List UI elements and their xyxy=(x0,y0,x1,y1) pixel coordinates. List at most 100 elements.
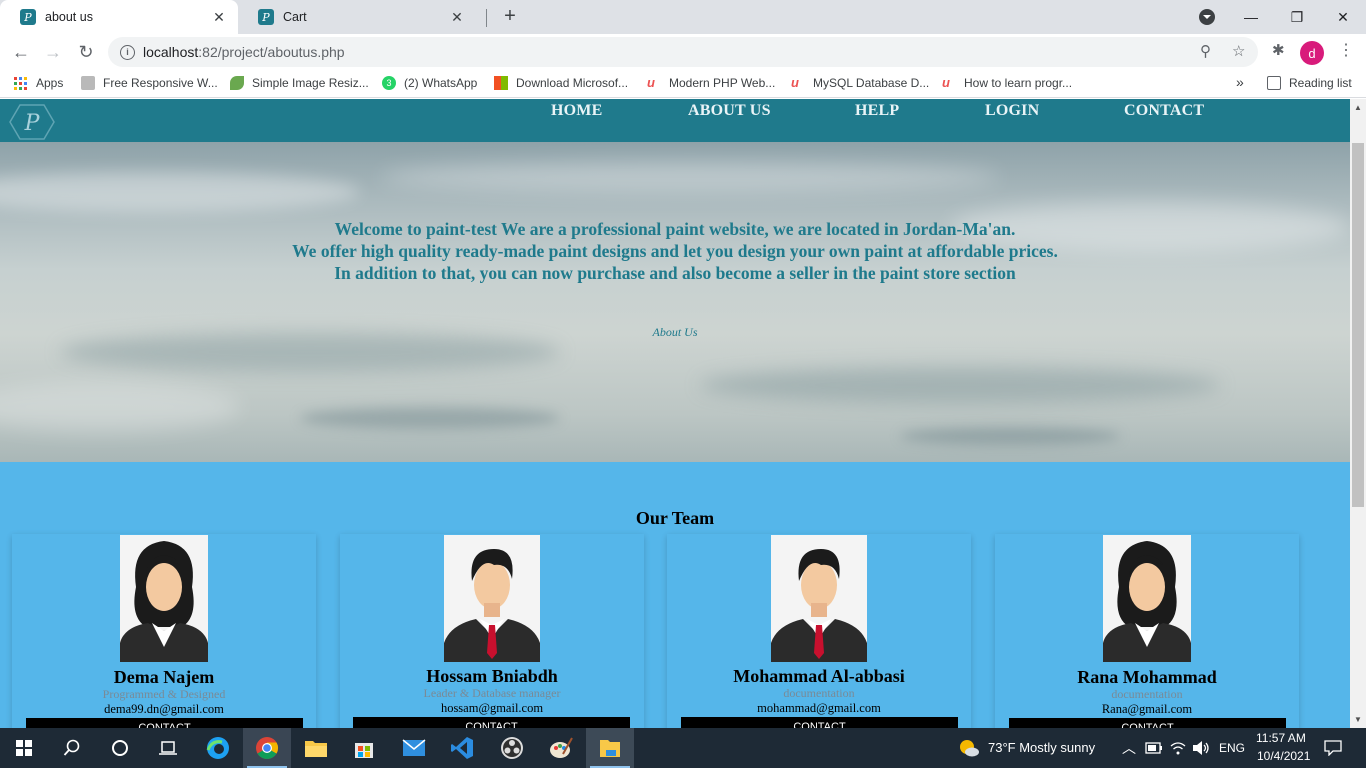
restore-button[interactable]: ❐ xyxy=(1274,0,1320,34)
tab-search-icon[interactable] xyxy=(1199,9,1215,25)
page-scrollbar[interactable]: ▲ ▼ xyxy=(1350,99,1366,728)
bookmark-learn-programming[interactable]: u How to learn progr... xyxy=(942,75,1072,91)
cloud-shape xyxy=(380,162,1000,192)
scroll-down-icon[interactable]: ▼ xyxy=(1354,715,1362,724)
reading-list-icon xyxy=(1267,76,1281,90)
tab-divider xyxy=(486,9,487,27)
close-tab-icon[interactable]: ✕ xyxy=(448,8,466,26)
reading-list-button[interactable]: Reading list xyxy=(1267,76,1352,90)
edge-browser-icon[interactable] xyxy=(194,728,242,768)
paint-app-icon[interactable] xyxy=(537,728,585,768)
file-explorer-icon[interactable] xyxy=(292,728,340,768)
site-navbar: P HOME ABOUT US HELP LOGIN CONTACT xyxy=(0,99,1350,142)
url-path: :82/project/aboutus.php xyxy=(198,44,345,60)
site-icon xyxy=(81,76,95,90)
close-window-button[interactable]: ✕ xyxy=(1320,0,1366,34)
windows-taskbar: 73°F Mostly sunny ︿ ENG 11:57 AM 10/4/20… xyxy=(0,728,1366,768)
male-avatar-icon xyxy=(771,535,867,662)
nav-contact[interactable]: CONTACT xyxy=(1124,102,1204,120)
member-role: documentation xyxy=(783,686,855,700)
address-bar[interactable]: i localhost:82/project/aboutus.php xyxy=(108,37,1258,67)
udemy-icon: u xyxy=(942,75,950,90)
cloud-shape xyxy=(900,427,1120,445)
page-viewport: P HOME ABOUT US HELP LOGIN CONTACT Welco… xyxy=(0,99,1350,728)
weather-text[interactable]: 73°F Mostly sunny xyxy=(988,740,1095,755)
obs-icon[interactable] xyxy=(488,728,536,768)
bookmark-microsoft[interactable]: Download Microsof... xyxy=(494,76,628,90)
notifications-icon[interactable] xyxy=(1324,740,1342,756)
bookmarks-overflow-button[interactable]: » xyxy=(1236,74,1244,90)
whatsapp-icon: 3 xyxy=(382,76,396,90)
contact-member-button[interactable]: CONTACT xyxy=(353,717,630,728)
chrome-browser-icon[interactable] xyxy=(243,728,291,768)
hero-line-1: Welcome to paint-test We are a professio… xyxy=(334,219,1016,239)
search-icon[interactable] xyxy=(48,728,96,768)
nav-login[interactable]: LOGIN xyxy=(985,102,1039,120)
nav-help[interactable]: HELP xyxy=(855,102,899,120)
browser-tab-about-us[interactable]: P about us ✕ xyxy=(0,0,238,34)
hero-line-2: We offer high quality ready-made paint d… xyxy=(292,241,1058,261)
hero-subtitle: About Us xyxy=(652,325,698,339)
contact-member-button[interactable]: CONTACT xyxy=(26,718,303,728)
wifi-icon[interactable] xyxy=(1170,740,1186,756)
zoom-icon[interactable]: ⚲ xyxy=(1200,42,1211,60)
leaf-icon xyxy=(230,76,244,90)
member-role: Programmed & Designed xyxy=(102,687,226,701)
contact-member-button[interactable]: CONTACT xyxy=(1009,718,1286,728)
clock-time[interactable]: 11:57 AM xyxy=(1256,731,1306,745)
female-avatar-icon xyxy=(120,535,208,662)
contact-member-button[interactable]: CONTACT xyxy=(681,717,958,728)
vscode-icon[interactable] xyxy=(438,728,486,768)
reload-button[interactable]: ↻ xyxy=(73,39,99,65)
cortana-icon[interactable] xyxy=(96,728,144,768)
bookmark-whatsapp[interactable]: 3 (2) WhatsApp xyxy=(382,76,477,90)
input-language[interactable]: ENG xyxy=(1219,741,1245,755)
bookmark-mysql-course[interactable]: u MySQL Database D... xyxy=(791,76,929,91)
new-tab-button[interactable]: + xyxy=(499,5,521,27)
forward-button[interactable]: → xyxy=(40,39,66,65)
bookmark-star-icon[interactable]: ☆ xyxy=(1232,42,1245,60)
nav-home[interactable]: HOME xyxy=(551,102,602,120)
team-card: Dema Najem Programmed & Designed dema99.… xyxy=(12,534,316,728)
nav-about-us[interactable]: ABOUT US xyxy=(688,102,771,120)
running-app-icon[interactable] xyxy=(586,728,634,768)
member-role: Leader & Database manager xyxy=(423,686,561,700)
member-email: dema99.dn@gmail.com xyxy=(104,702,224,716)
bookmark-php-course[interactable]: u Modern PHP Web... xyxy=(647,76,775,91)
microsoft-icon xyxy=(494,76,508,90)
clock-date[interactable]: 10/4/2021 xyxy=(1257,749,1310,763)
battery-icon[interactable] xyxy=(1145,741,1163,755)
site-logo-icon[interactable]: P xyxy=(8,103,56,141)
browser-toolbar: ← → ↻ i localhost:82/project/aboutus.php… xyxy=(0,34,1366,70)
bookmarks-bar: Apps Free Responsive W... Simple Image R… xyxy=(0,70,1366,98)
close-tab-icon[interactable]: ✕ xyxy=(210,8,228,26)
apps-grid-icon xyxy=(14,76,27,90)
extensions-icon[interactable]: ✱ xyxy=(1272,41,1285,59)
member-name: Dema Najem xyxy=(113,667,215,687)
browser-tab-cart[interactable]: P Cart ✕ xyxy=(238,0,476,34)
windows-start-icon[interactable] xyxy=(0,728,48,768)
show-hidden-icons-icon[interactable]: ︿ xyxy=(1122,738,1136,758)
bookmark-free-responsive[interactable]: Free Responsive W... xyxy=(81,76,218,90)
task-view-icon[interactable] xyxy=(144,728,192,768)
team-section-title: Our Team xyxy=(635,508,715,528)
volume-icon[interactable] xyxy=(1192,740,1210,756)
mail-icon[interactable] xyxy=(390,728,438,768)
weather-sun-icon xyxy=(960,740,979,757)
browser-menu-icon[interactable]: ⋮ xyxy=(1338,40,1354,60)
scrollbar-thumb[interactable] xyxy=(1352,143,1364,507)
microsoft-store-icon[interactable] xyxy=(340,728,388,768)
bookmark-image-resizer[interactable]: Simple Image Resiz... xyxy=(230,76,369,90)
hero-banner: Welcome to paint-test We are a professio… xyxy=(0,142,1350,462)
site-info-icon[interactable]: i xyxy=(120,44,135,60)
member-name: Hossam Bniabdh xyxy=(426,666,558,686)
site-favicon-icon: P xyxy=(258,9,274,25)
team-card: Mohammad Al-abbasi documentation mohamma… xyxy=(667,534,971,728)
scroll-up-icon[interactable]: ▲ xyxy=(1354,103,1362,112)
profile-avatar[interactable]: d xyxy=(1300,41,1324,65)
back-button[interactable]: ← xyxy=(8,39,34,65)
hero-line-3: In addition to that, you can now purchas… xyxy=(334,263,1016,283)
team-card: Hossam Bniabdh Leader & Database manager… xyxy=(340,534,644,728)
bookmark-apps[interactable]: Apps xyxy=(14,76,63,90)
minimize-button[interactable]: — xyxy=(1228,0,1274,34)
